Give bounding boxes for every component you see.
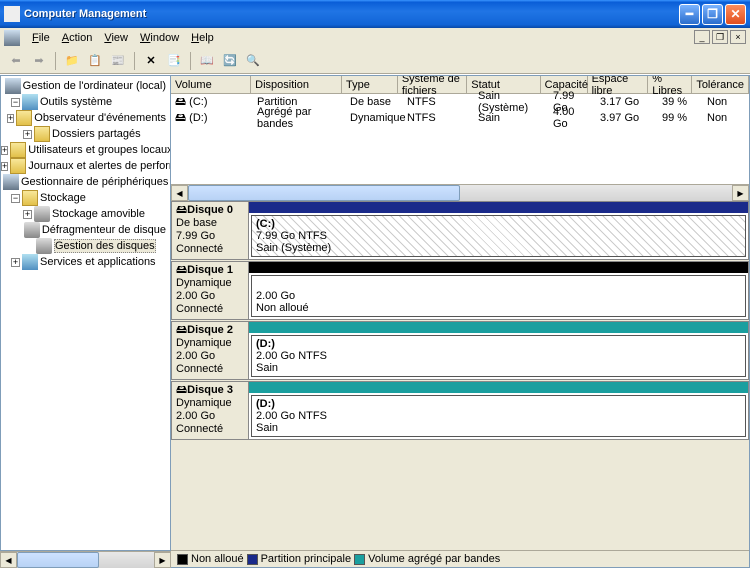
settings-button[interactable]: 📑 <box>164 51 184 71</box>
col-type[interactable]: Type <box>342 76 398 93</box>
tree-outils[interactable]: −Outils système <box>1 94 170 110</box>
volume-header[interactable]: Volume Disposition Type Système de fichi… <box>171 76 749 94</box>
disk-row[interactable]: 🖴Disque 3Dynamique2.00 GoConnecté(D:)2.0… <box>171 381 749 440</box>
expand-icon[interactable]: + <box>23 210 32 219</box>
scroll-right-icon[interactable]: ▶ <box>154 552 171 568</box>
partition[interactable]: (C:)7.99 Go NTFSSain (Système) <box>251 215 746 257</box>
col-tolerance[interactable]: Tolérance <box>692 76 749 93</box>
options-button[interactable]: 🔍 <box>243 51 263 71</box>
disk-graphic[interactable]: (C:)7.99 Go NTFSSain (Système) <box>249 202 748 259</box>
legend-primary-label: Partition principale <box>261 553 352 565</box>
col-volume[interactable]: Volume <box>171 76 251 93</box>
back-button[interactable]: ⬅ <box>6 51 26 71</box>
mdi-minimize-button[interactable]: _ <box>694 30 710 44</box>
col-capacite[interactable]: Capacité <box>541 76 588 93</box>
tree-root[interactable]: Gestion de l'ordinateur (local) <box>1 78 170 94</box>
disk-label: 🖴Disque 0De base7.99 GoConnecté <box>172 202 249 259</box>
col-fs[interactable]: Système de fichiers <box>398 76 467 93</box>
disk-row[interactable]: 🖴Disque 0De base7.99 GoConnecté(C:)7.99 … <box>171 201 749 260</box>
expand-icon[interactable]: + <box>1 146 8 155</box>
menu-view[interactable]: View <box>98 31 134 45</box>
tree-defrag[interactable]: Défragmenteur de disque <box>1 222 170 238</box>
col-statut[interactable]: Statut <box>467 76 540 93</box>
disk-graphic[interactable]: (D:)2.00 Go NTFSSain <box>249 382 748 439</box>
expand-icon[interactable]: − <box>11 194 20 203</box>
delete-button[interactable]: ✕ <box>141 51 161 71</box>
expand-icon[interactable]: + <box>23 130 32 139</box>
partition[interactable]: 2.00 GoNon alloué <box>251 275 746 317</box>
partition[interactable]: (D:)2.00 Go NTFSSain <box>251 335 746 377</box>
disk-label: 🖴Disque 1Dynamique2.00 GoConnecté <box>172 262 249 319</box>
legend-primary-swatch <box>247 554 258 565</box>
mdi-restore-button[interactable]: ❐ <box>712 30 728 44</box>
col-pct[interactable]: % Libres <box>648 76 692 93</box>
mdi-close-button[interactable]: × <box>730 30 746 44</box>
tree-services[interactable]: +Services et applications <box>1 254 170 270</box>
tree-gestionnaire-periph[interactable]: Gestionnaire de périphériques <box>1 174 170 190</box>
expand-icon[interactable]: + <box>7 114 14 123</box>
menu-window[interactable]: Window <box>134 31 185 45</box>
expand-icon[interactable]: + <box>11 258 20 267</box>
navigation-tree[interactable]: Gestion de l'ordinateur (local) −Outils … <box>0 75 171 551</box>
tree-journaux[interactable]: +Journaux et alertes de performance <box>1 158 170 174</box>
up-button[interactable]: 📁 <box>62 51 82 71</box>
disk-graphic[interactable]: (D:)2.00 Go NTFSSain <box>249 322 748 379</box>
scroll-left-icon[interactable]: ◀ <box>0 552 17 568</box>
volume-row[interactable]: 🖴 (D:)Agrégé par bandesDynamiqueNTFSSain… <box>171 110 749 126</box>
disk-graphical-view[interactable]: 🖴Disque 0De base7.99 GoConnecté(C:)7.99 … <box>171 201 749 567</box>
tree-observateur[interactable]: +Observateur d'événements <box>1 110 170 126</box>
window-title: Computer Management <box>24 8 146 20</box>
disk-label: 🖴Disque 2Dynamique2.00 GoConnecté <box>172 322 249 379</box>
document-icon <box>4 30 20 46</box>
volume-list[interactable]: Volume Disposition Type Système de fichi… <box>171 76 749 201</box>
menubar: File Action View Window Help _ ❐ × <box>0 28 750 48</box>
partition[interactable]: (D:)2.00 Go NTFSSain <box>251 395 746 437</box>
disk-label: 🖴Disque 3Dynamique2.00 GoConnecté <box>172 382 249 439</box>
expand-icon[interactable]: + <box>1 162 8 171</box>
forward-button[interactable]: ➡ <box>29 51 49 71</box>
legend-striped-swatch <box>354 554 365 565</box>
legend-striped-label: Volume agrégé par bandes <box>368 553 500 565</box>
col-libre[interactable]: Espace libre <box>588 76 649 93</box>
disk-graphic[interactable]: 2.00 GoNon alloué <box>249 262 748 319</box>
window-maximize-button[interactable]: ❐ <box>702 4 723 25</box>
expand-icon[interactable]: − <box>11 98 20 107</box>
menu-help[interactable]: Help <box>185 31 220 45</box>
legend-unalloc-label: Non alloué <box>191 553 244 565</box>
properties-button[interactable]: 📰 <box>108 51 128 71</box>
refresh-button[interactable]: 🔄 <box>220 51 240 71</box>
disk-row[interactable]: 🖴Disque 2Dynamique2.00 GoConnecté(D:)2.0… <box>171 321 749 380</box>
col-disposition[interactable]: Disposition <box>251 76 342 93</box>
scroll-left-icon[interactable]: ◀ <box>171 185 188 201</box>
legend-unalloc-swatch <box>177 554 188 565</box>
scroll-right-icon[interactable]: ▶ <box>732 185 749 201</box>
help-button[interactable]: 📖 <box>197 51 217 71</box>
app-icon <box>4 6 20 22</box>
disk-row[interactable]: 🖴Disque 1Dynamique2.00 GoConnecté 2.00 G… <box>171 261 749 320</box>
tree-amovible[interactable]: +Stockage amovible <box>1 206 170 222</box>
menu-action[interactable]: Action <box>56 31 99 45</box>
tree-dossiers[interactable]: +Dossiers partagés <box>1 126 170 142</box>
legend: Non alloué Partition principale Volume a… <box>171 550 749 567</box>
menu-file[interactable]: File <box>26 31 56 45</box>
window-titlebar: Computer Management ━ ❐ ✕ <box>0 0 750 28</box>
tree-gestion-disques[interactable]: Gestion des disques <box>1 238 170 254</box>
tree-utilisateurs[interactable]: +Utilisateurs et groupes locaux <box>1 142 170 158</box>
window-close-button[interactable]: ✕ <box>725 4 746 25</box>
main-content: Gestion de l'ordinateur (local) −Outils … <box>0 74 750 568</box>
details-pane: Volume Disposition Type Système de fichi… <box>171 75 750 568</box>
show-hide-button[interactable]: 📋 <box>85 51 105 71</box>
volumes-hscroll[interactable]: ◀ ▶ <box>171 184 749 201</box>
window-minimize-button[interactable]: ━ <box>679 4 700 25</box>
tree-hscroll[interactable]: ◀ ▶ <box>0 551 171 568</box>
toolbar: ⬅ ➡ 📁 📋 📰 ✕ 📑 📖 🔄 🔍 <box>0 48 750 74</box>
tree-stockage[interactable]: −Stockage <box>1 190 170 206</box>
